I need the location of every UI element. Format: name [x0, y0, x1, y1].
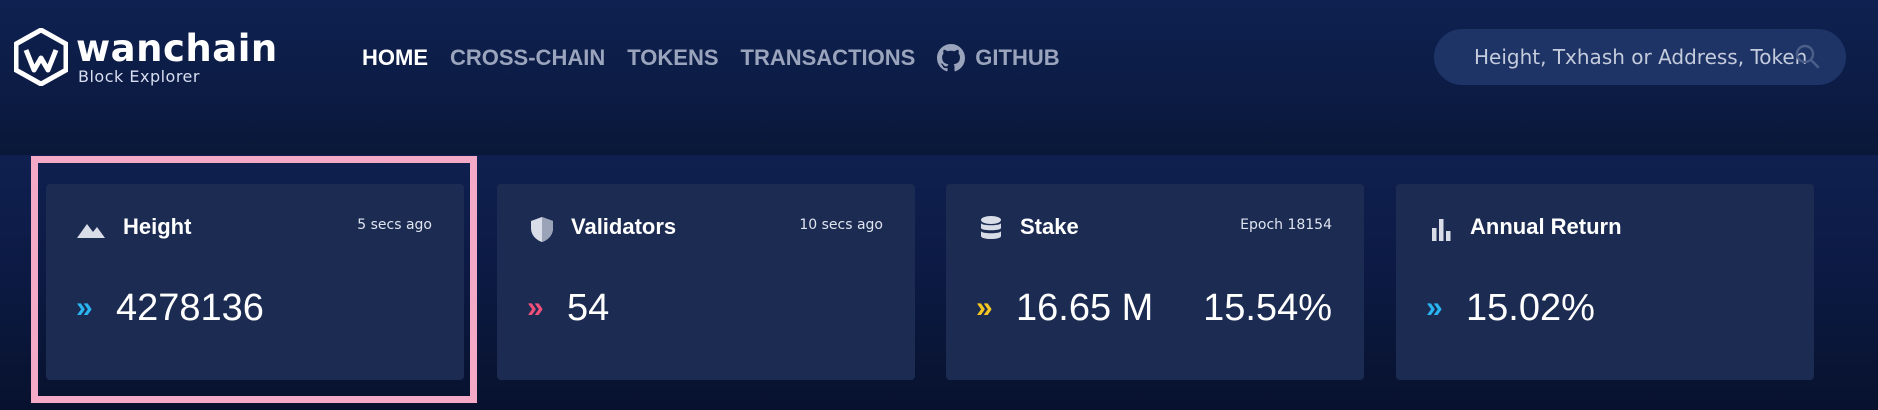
wanchain-logo-icon [14, 28, 68, 86]
height-updated-time: 5 secs ago [357, 217, 432, 233]
github-icon [937, 44, 966, 72]
chevron-right-icon: » [976, 291, 993, 324]
stake-card[interactable]: Stake Epoch 18154 » 16.65 M 15.54% [946, 184, 1364, 380]
validators-card[interactable]: Validators 10 secs ago » 54 [497, 184, 915, 380]
stake-title: Stake [1020, 214, 1079, 239]
chevron-right-icon: » [527, 291, 544, 324]
mountain-icon [77, 224, 105, 238]
stake-rate-value: 15.54% [1203, 287, 1332, 329]
nav-transactions-label: TRANSACTIONS [740, 45, 916, 70]
search-box [1434, 29, 1846, 85]
nav-cross-chain[interactable]: CROSS-CHAIN [450, 45, 605, 71]
annual-return-value: 15.02% [1466, 287, 1595, 329]
shield-icon [531, 217, 553, 242]
height-card[interactable]: Height 5 secs ago » 4278136 [46, 184, 464, 380]
brand-logo[interactable]: wanchain Block Explorer [14, 28, 277, 86]
annual-return-card[interactable]: Annual Return » 15.02% [1396, 184, 1814, 380]
height-value: 4278136 [116, 287, 264, 329]
nav-transactions[interactable]: TRANSACTIONS [741, 45, 916, 71]
annual-return-title: Annual Return [1470, 214, 1622, 239]
nav-github[interactable]: GITHUB [937, 44, 1060, 72]
brand-subtitle: Block Explorer [78, 67, 200, 86]
nav-cross-chain-label: CROSS-CHAIN [450, 45, 606, 70]
nav-tokens-label: TOKENS [627, 45, 719, 70]
search-input[interactable] [1474, 29, 1814, 85]
validators-value: 54 [567, 287, 610, 329]
validators-title: Validators [571, 214, 677, 239]
main-nav: HOME CROSS-CHAIN TOKENS TRANSACTIONS GIT… [362, 43, 1082, 73]
stake-value: 16.65 M [1016, 287, 1154, 329]
nav-home-label: HOME [362, 45, 428, 70]
bar-chart-icon [1432, 219, 1451, 241]
height-title: Height [123, 214, 192, 239]
chevron-right-icon: » [1426, 291, 1443, 324]
nav-tokens[interactable]: TOKENS [627, 45, 718, 71]
database-icon [981, 216, 1001, 239]
nav-github-label: GITHUB [975, 45, 1060, 70]
nav-home[interactable]: HOME [362, 45, 428, 71]
validators-updated-time: 10 secs ago [799, 217, 883, 233]
chevron-right-icon: » [76, 291, 93, 324]
stake-epoch: Epoch 18154 [1240, 217, 1332, 233]
brand-name: wanchain [76, 27, 278, 70]
search-icon[interactable] [1794, 43, 1820, 69]
